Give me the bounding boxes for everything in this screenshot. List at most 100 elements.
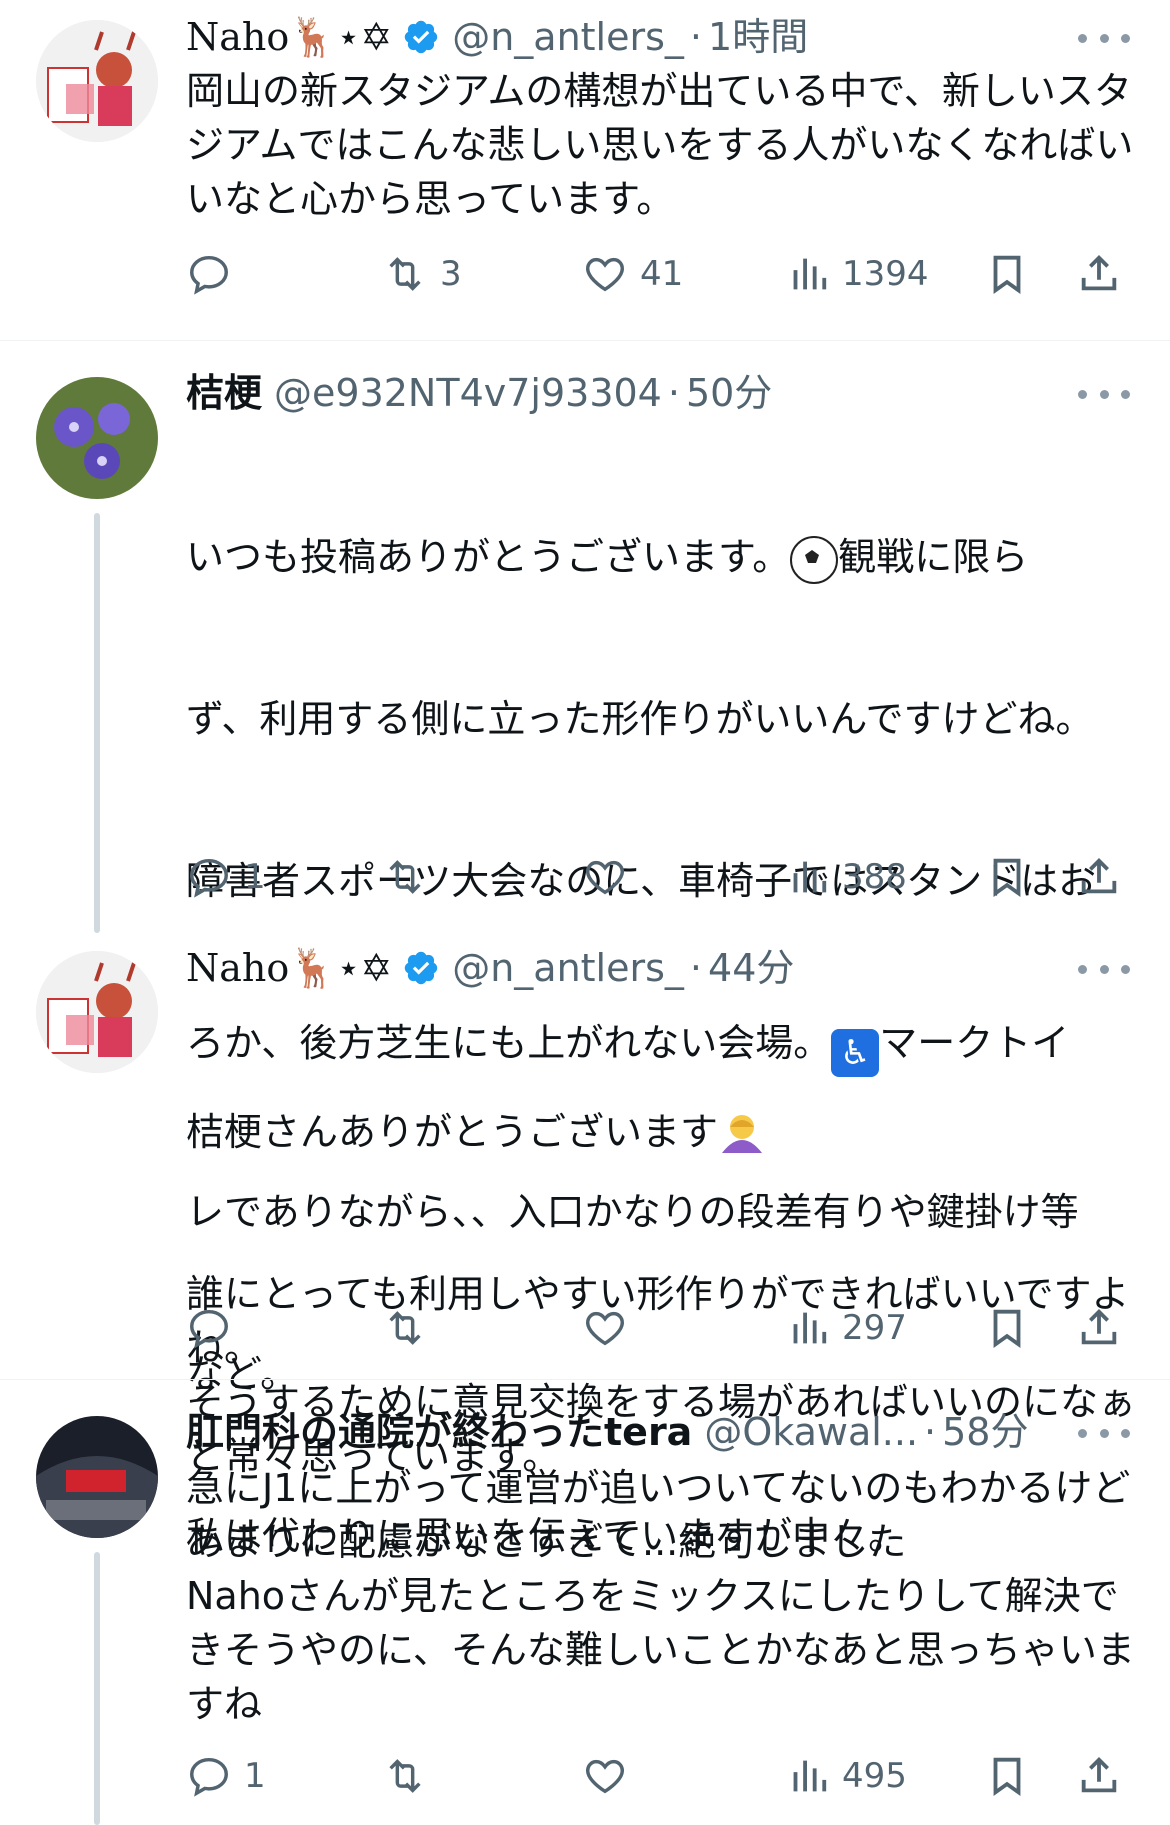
bookmark-button[interactable] bbox=[984, 1298, 1030, 1358]
retweet-button[interactable] bbox=[382, 1298, 428, 1358]
reply-count: 1 bbox=[244, 1756, 266, 1796]
tweet-header: 肛門科の通院が終わったtera @Okawal... · 58分 bbox=[186, 1407, 1110, 1457]
soccer-ball-icon bbox=[790, 536, 839, 584]
reply-button[interactable] bbox=[186, 244, 244, 304]
reply-button[interactable] bbox=[186, 1298, 232, 1358]
action-bar: 1 388 bbox=[186, 847, 1146, 907]
retweet-button[interactable] bbox=[382, 1746, 428, 1806]
share-button[interactable] bbox=[1076, 244, 1122, 304]
thread-line bbox=[94, 513, 100, 933]
bowing-person-icon bbox=[722, 1115, 763, 1153]
heart-icon bbox=[586, 257, 624, 292]
avatar[interactable] bbox=[36, 377, 158, 499]
thread-line bbox=[94, 1552, 100, 1825]
views-count: 297 bbox=[842, 1308, 907, 1348]
action-bar: 3 41 1394 bbox=[186, 244, 1146, 304]
tweet-header: Naho🦌⋆✡ @n_antlers_ · 1時間 bbox=[186, 12, 1110, 62]
reply-count: 1 bbox=[244, 857, 266, 897]
timestamp[interactable]: 1時間 bbox=[708, 12, 808, 62]
more-icon[interactable] bbox=[1078, 18, 1130, 58]
tweet-header: Naho🦌⋆✡ @n_antlers_ · 44分 bbox=[186, 943, 1110, 993]
handle[interactable]: @n_antlers_ bbox=[452, 12, 684, 62]
retweet-icon bbox=[389, 257, 421, 291]
views-icon bbox=[793, 861, 827, 893]
views-icon bbox=[793, 1760, 827, 1792]
tweet-3[interactable]: Naho🦌⋆✡ @n_antlers_ · 44分 桔梗さんありがとうございます… bbox=[0, 931, 1170, 1478]
tweet-2[interactable]: 桔梗 @e932NT4v7j93304 · 50分 いつも投稿ありがとうございま… bbox=[0, 341, 1170, 1558]
retweet-icon bbox=[389, 1311, 421, 1345]
display-name[interactable]: Naho🦌⋆✡ bbox=[186, 12, 392, 62]
share-icon bbox=[1081, 1308, 1117, 1345]
like-button[interactable] bbox=[582, 1746, 628, 1806]
reply-icon bbox=[190, 1757, 228, 1797]
separator: · bbox=[924, 1410, 937, 1454]
share-button[interactable] bbox=[1076, 1746, 1122, 1806]
reply-icon bbox=[190, 858, 228, 898]
handle[interactable]: @Okawal... bbox=[704, 1407, 918, 1457]
bookmark-button[interactable] bbox=[984, 1746, 1030, 1806]
views-count: 1394 bbox=[842, 254, 929, 294]
share-button[interactable] bbox=[1076, 847, 1122, 907]
heart-icon bbox=[586, 1311, 624, 1346]
timestamp[interactable]: 50分 bbox=[686, 368, 772, 418]
share-icon bbox=[1081, 857, 1117, 894]
display-name[interactable]: 肛門科の通院が終わったtera bbox=[186, 1407, 692, 1457]
verified-badge-icon bbox=[404, 20, 438, 54]
views-button[interactable]: 388 bbox=[784, 847, 907, 907]
views-button[interactable]: 495 bbox=[784, 1746, 907, 1806]
retweet-icon bbox=[389, 1759, 421, 1793]
tweet-header: 桔梗 @e932NT4v7j93304 · 50分 bbox=[186, 368, 1110, 418]
like-count: 41 bbox=[640, 254, 684, 294]
reply-icon bbox=[190, 1309, 228, 1349]
bookmark-icon bbox=[993, 1309, 1021, 1349]
like-button[interactable] bbox=[582, 847, 628, 907]
tweet-1[interactable]: Naho🦌⋆✡ @n_antlers_ · 1時間 岡山の新スタジアムの構想が出… bbox=[0, 0, 1170, 340]
more-icon[interactable] bbox=[1078, 1413, 1130, 1453]
separator: · bbox=[689, 15, 703, 59]
reply-button[interactable]: 1 bbox=[186, 1746, 266, 1806]
separator: · bbox=[689, 946, 703, 990]
bookmark-button[interactable] bbox=[984, 847, 1030, 907]
views-icon bbox=[793, 258, 827, 290]
avatar[interactable] bbox=[36, 951, 158, 1073]
separator: · bbox=[667, 371, 680, 415]
handle[interactable]: @e932NT4v7j93304 bbox=[274, 368, 662, 418]
views-count: 495 bbox=[842, 1756, 907, 1796]
like-button[interactable] bbox=[582, 1298, 628, 1358]
tweet-4[interactable]: 肛門科の通院が終わったtera @Okawal... · 58分 急にJ1に上が… bbox=[0, 1380, 1170, 1825]
timestamp[interactable]: 44分 bbox=[708, 943, 794, 993]
heart-icon bbox=[586, 860, 624, 895]
share-icon bbox=[1081, 1756, 1117, 1793]
bookmark-button[interactable] bbox=[984, 244, 1030, 304]
more-icon[interactable] bbox=[1078, 374, 1130, 414]
heart-icon bbox=[586, 1759, 624, 1794]
retweet-button[interactable]: 3 bbox=[382, 244, 462, 304]
bookmark-icon bbox=[993, 858, 1021, 898]
display-name[interactable]: Naho🦌⋆✡ bbox=[186, 943, 392, 993]
reply-icon bbox=[190, 255, 228, 295]
retweet-count: 3 bbox=[440, 254, 462, 294]
share-icon bbox=[1081, 254, 1117, 291]
display-name[interactable]: 桔梗 bbox=[186, 368, 262, 418]
retweet-button[interactable] bbox=[382, 847, 428, 907]
action-bar: 297 bbox=[186, 1298, 1146, 1358]
timestamp[interactable]: 58分 bbox=[942, 1407, 1028, 1457]
verified-badge-icon bbox=[404, 951, 438, 985]
views-button[interactable]: 1394 bbox=[784, 244, 929, 304]
avatar[interactable] bbox=[36, 20, 158, 142]
tweet-text: 岡山の新スタジアムの構想が出ている中で、新しいスタジアムではこんな悲しい思いをす… bbox=[186, 69, 1134, 221]
share-button[interactable] bbox=[1076, 1298, 1122, 1358]
avatar[interactable] bbox=[36, 1416, 158, 1538]
reply-button[interactable]: 1 bbox=[186, 847, 266, 907]
more-icon[interactable] bbox=[1078, 949, 1130, 989]
retweet-icon bbox=[389, 860, 421, 894]
views-icon bbox=[793, 1312, 827, 1344]
tweet-text: 急にJ1に上がって運営が追いついてないのもわかるけどあまりに配慮がなさすぎて..… bbox=[186, 1466, 1135, 1726]
views-button[interactable]: 297 bbox=[784, 1298, 907, 1358]
like-button[interactable]: 41 bbox=[582, 244, 683, 304]
bookmark-icon bbox=[993, 255, 1021, 295]
action-bar: 1 495 bbox=[186, 1746, 1146, 1806]
bookmark-icon bbox=[993, 1757, 1021, 1797]
handle[interactable]: @n_antlers_ bbox=[452, 943, 684, 993]
views-count: 388 bbox=[842, 857, 907, 897]
